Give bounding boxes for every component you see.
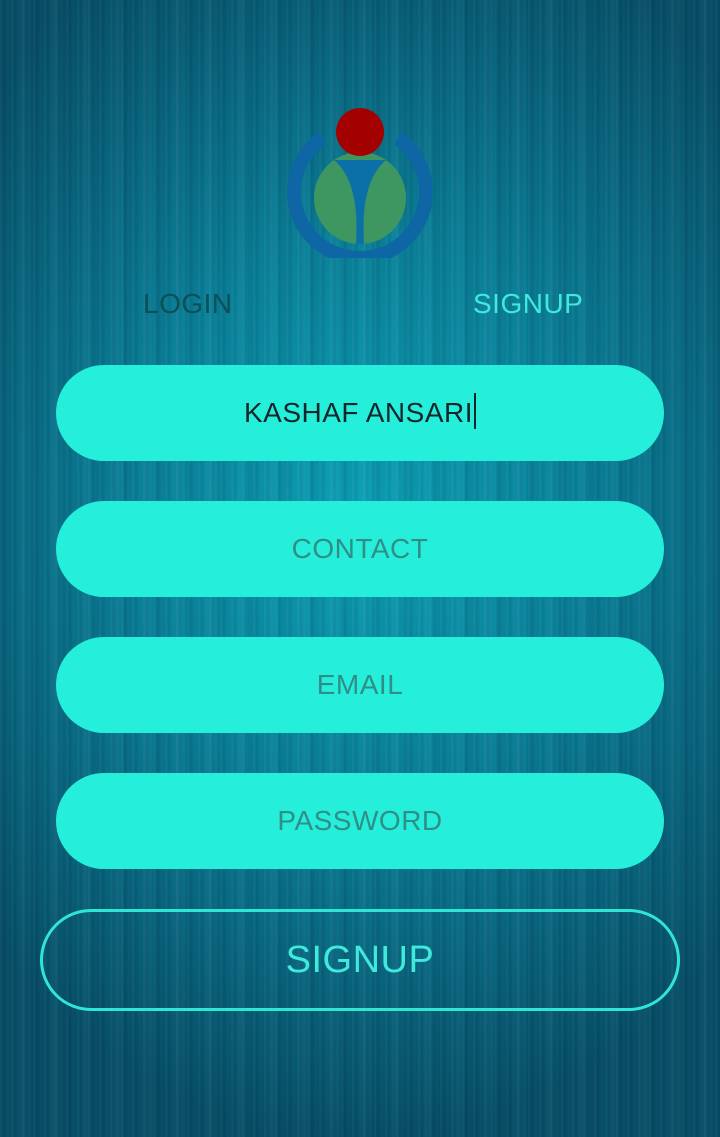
wikimedia-logo-icon	[287, 108, 433, 258]
password-field-container	[56, 773, 664, 869]
contact-field[interactable]	[56, 532, 664, 566]
password-field[interactable]	[56, 804, 664, 838]
email-field[interactable]	[56, 668, 664, 702]
name-field[interactable]: KASHAF ANSARI	[56, 365, 664, 461]
tab-signup[interactable]: SIGNUP	[473, 288, 583, 320]
tab-login[interactable]: LOGIN	[143, 288, 233, 320]
signup-button-label: SIGNUP	[285, 938, 435, 981]
email-field-container	[56, 637, 664, 733]
contact-field-container	[56, 501, 664, 597]
text-cursor	[474, 393, 476, 429]
signup-button[interactable]: SIGNUP	[40, 909, 680, 1011]
name-input-value: KASHAF ANSARI	[243, 397, 473, 428]
signup-screen: LOGIN SIGNUP KASHAF ANSARI SIGNUP	[0, 0, 720, 1137]
